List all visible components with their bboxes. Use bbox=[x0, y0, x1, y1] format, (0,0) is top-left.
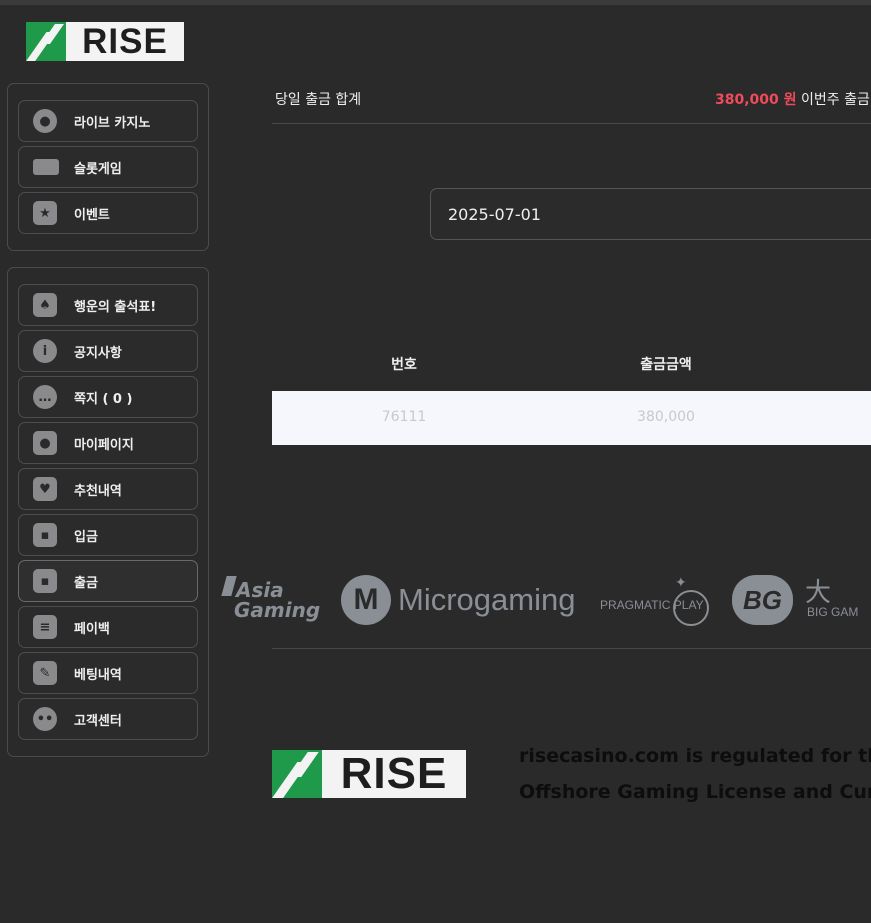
sidebar-item-label: 쪽지 ( 0 ) bbox=[74, 391, 133, 407]
sidebar-item-label: 이벤트 bbox=[74, 207, 110, 223]
sidebar-item-attendance[interactable]: ♠ 행운의 출석표! bbox=[18, 284, 198, 326]
user-icon: ● bbox=[33, 431, 57, 455]
sidebar-games-panel: ● 라이브 카지노 슬롯게임 ★ 이벤트 bbox=[7, 83, 209, 251]
poker-chips-icon: ● bbox=[33, 109, 57, 133]
window-top-strip bbox=[0, 0, 871, 5]
sidebar-item-label: 행운의 출석표! bbox=[74, 299, 157, 315]
table-row[interactable]: 76111 380,000 bbox=[272, 391, 871, 445]
sidebar-item-withdraw[interactable]: ▪ 출금 bbox=[18, 560, 198, 602]
receipt-icon: ✎ bbox=[33, 661, 57, 685]
sidebar-item-slot-games[interactable]: 슬롯게임 bbox=[18, 146, 198, 188]
microgaming-logo: M Microgaming bbox=[341, 574, 575, 626]
info-icon: i bbox=[33, 339, 57, 363]
divider bbox=[272, 123, 871, 124]
wallet-in-icon: ▪ bbox=[33, 523, 57, 547]
withdraw-summary: 380,000 원 이번주 출금 bbox=[715, 89, 870, 109]
sidebar-item-payback[interactable]: ≡ 페이백 bbox=[18, 606, 198, 648]
sidebar-item-label: 베팅내역 bbox=[74, 667, 122, 683]
today-withdraw-amount: 380,000 원 bbox=[715, 92, 797, 108]
wallet-out-icon: ▪ bbox=[33, 569, 57, 593]
star-badge-icon: ★ bbox=[33, 201, 57, 225]
today-withdraw-total-label: 당일 출금 합계 bbox=[275, 92, 362, 108]
logo-mark-icon bbox=[26, 22, 66, 61]
sidebar-item-label: 슬롯게임 bbox=[74, 161, 122, 177]
coins-icon: ≡ bbox=[33, 615, 57, 639]
sidebar-item-notices[interactable]: i 공지사항 bbox=[18, 330, 198, 372]
column-header-amount: 출금금액 bbox=[640, 357, 692, 373]
sidebar-item-messages[interactable]: … 쪽지 ( 0 ) bbox=[18, 376, 198, 418]
site-logo[interactable]: RISE bbox=[26, 22, 184, 61]
logo-wordmark: RISE bbox=[340, 750, 448, 798]
footer-license-text: risecasino.com is regulated for the Offs… bbox=[519, 738, 871, 810]
footer-line-2: Offshore Gaming License and Cura bbox=[519, 781, 871, 803]
microgaming-mark-icon: M bbox=[341, 575, 391, 625]
logo-mark-icon bbox=[272, 750, 322, 798]
sidebar-item-label: 라이브 카지노 bbox=[74, 115, 151, 131]
sidebar-item-label: 마이페이지 bbox=[74, 437, 134, 453]
sidebar-item-live-casino[interactable]: ● 라이브 카지노 bbox=[18, 100, 198, 142]
headset-icon: •• bbox=[33, 707, 57, 731]
sidebar-item-bet-history[interactable]: ✎ 베팅내역 bbox=[18, 652, 198, 694]
footer-logo: RISE bbox=[272, 750, 466, 798]
sidebar-item-label: 페이백 bbox=[74, 621, 110, 637]
cell-amount: 380,000 bbox=[637, 409, 695, 425]
cell-number: 76111 bbox=[381, 409, 427, 425]
sidebar-item-my-page[interactable]: ● 마이페이지 bbox=[18, 422, 198, 464]
sidebar-account-panel: ♠ 행운의 출석표! i 공지사항 … 쪽지 ( 0 ) ● 마이페이지 ♥ 추… bbox=[7, 267, 209, 757]
sidebar-item-label: 출금 bbox=[74, 575, 98, 591]
footer-line-1: risecasino.com is regulated for the bbox=[519, 745, 871, 767]
sidebar-item-label: 추천내역 bbox=[74, 483, 122, 499]
column-header-number: 번호 bbox=[391, 357, 417, 373]
sidebar-item-label: 고객센터 bbox=[74, 713, 122, 729]
sidebar-item-referrals[interactable]: ♥ 추천내역 bbox=[18, 468, 198, 510]
crown-icon: ✦ bbox=[675, 575, 687, 591]
date-input[interactable] bbox=[430, 188, 871, 240]
sidebar-item-support[interactable]: •• 고객센터 bbox=[18, 698, 198, 740]
slot-machine-icon bbox=[33, 159, 59, 175]
bg-logo: BG bbox=[732, 575, 793, 625]
logo-wordmark: RISE bbox=[82, 22, 168, 61]
week-withdraw-label: 이번주 출금 bbox=[800, 92, 870, 108]
sidebar-item-events[interactable]: ★ 이벤트 bbox=[18, 192, 198, 234]
sidebar-item-deposit[interactable]: ▪ 입금 bbox=[18, 514, 198, 556]
chat-bubble-icon: … bbox=[33, 385, 57, 409]
divider bbox=[272, 648, 871, 649]
heart-icon: ♥ bbox=[33, 477, 57, 501]
sidebar-item-label: 공지사항 bbox=[74, 345, 122, 361]
calendar-icon: ♠ bbox=[33, 293, 57, 317]
sidebar-item-label: 입금 bbox=[74, 529, 98, 545]
